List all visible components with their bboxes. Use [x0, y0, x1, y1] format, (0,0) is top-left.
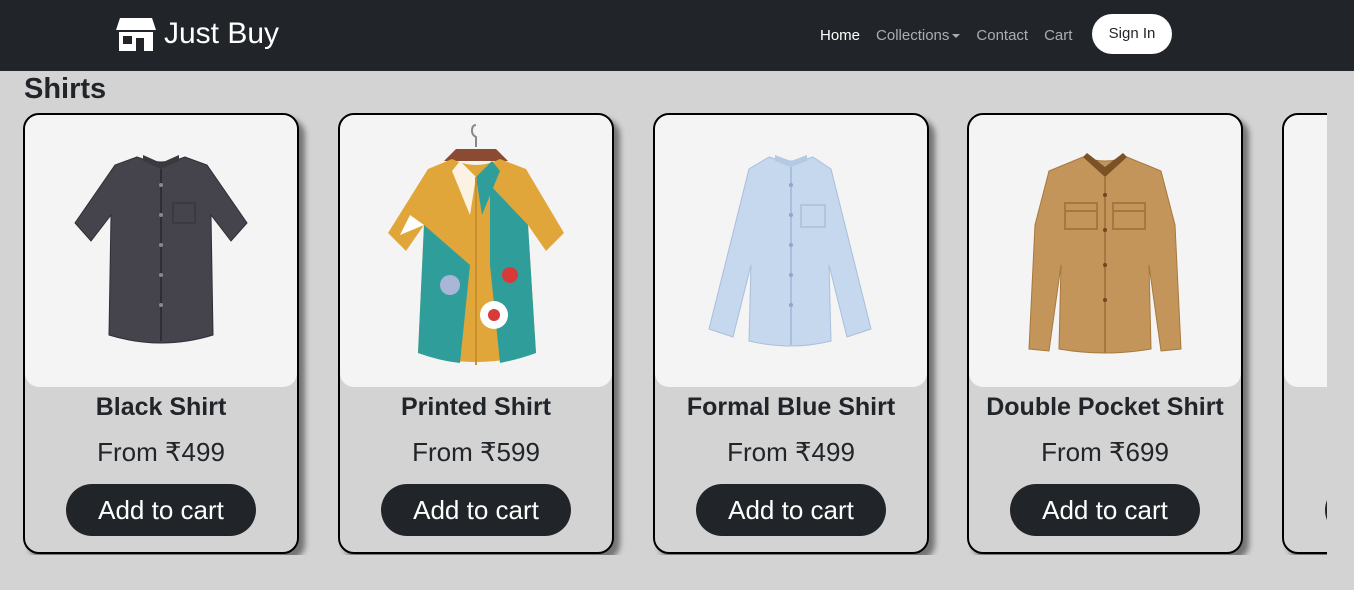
brand-link[interactable]: Just Buy — [116, 16, 279, 52]
nav-collections-label: Collections — [876, 27, 950, 44]
sign-in-button[interactable]: Sign In — [1092, 14, 1172, 54]
product-price: From ₹499 — [97, 437, 225, 467]
product-price: From ₹599 — [412, 437, 540, 467]
brand-name: Just Buy — [164, 17, 280, 50]
add-to-cart-button[interactable]: Add to cart — [696, 484, 886, 536]
product-name: Black Shirt — [95, 393, 227, 421]
shirt-icon — [388, 124, 564, 365]
nav-collections[interactable]: Collections — [876, 27, 961, 44]
product-image — [969, 115, 1241, 387]
product-price: From ₹699 — [1041, 437, 1169, 467]
add-to-cart-button-partial[interactable] — [1325, 484, 1327, 536]
section-title: Shirts — [24, 73, 107, 105]
product-price: From ₹499 — [727, 437, 855, 467]
product-image — [25, 115, 297, 387]
product-card[interactable]: Printed Shirt From ₹599 Add to cart — [338, 113, 614, 554]
product-carousel: Black Shirt From ₹499 Add to cart Printe… — [23, 113, 1327, 555]
nav-contact[interactable]: Contact — [976, 27, 1028, 44]
product-card[interactable]: Formal Blue Shirt From ₹499 Add to cart — [653, 113, 929, 554]
shirt-icon — [74, 155, 248, 344]
product-image — [655, 115, 927, 387]
caret-down-icon — [952, 34, 961, 39]
product-image — [340, 115, 612, 387]
add-to-cart-button[interactable]: Add to cart — [66, 484, 256, 536]
navbar: Just Buy Home Collections Contact Cart S… — [0, 0, 1354, 71]
shirt-icon — [708, 155, 872, 347]
add-to-cart-button[interactable]: Add to cart — [1010, 484, 1200, 536]
nav-home[interactable]: Home — [820, 27, 860, 44]
store-icon — [116, 18, 156, 51]
product-card-partial[interactable] — [1282, 113, 1327, 554]
add-to-cart-button[interactable]: Add to cart — [381, 484, 571, 536]
product-name: Printed Shirt — [400, 393, 551, 421]
nav-cart[interactable]: Cart — [1044, 27, 1072, 44]
product-image — [1284, 115, 1327, 387]
product-name: Formal Blue Shirt — [686, 393, 896, 421]
shirt-icon — [1028, 153, 1182, 354]
nav-links: Home Collections Contact Cart — [820, 0, 1088, 71]
product-name: Double Pocket Shirt — [986, 393, 1224, 421]
product-card[interactable]: Double Pocket Shirt From ₹699 Add to car… — [967, 113, 1243, 554]
product-card[interactable]: Black Shirt From ₹499 Add to cart — [23, 113, 299, 554]
